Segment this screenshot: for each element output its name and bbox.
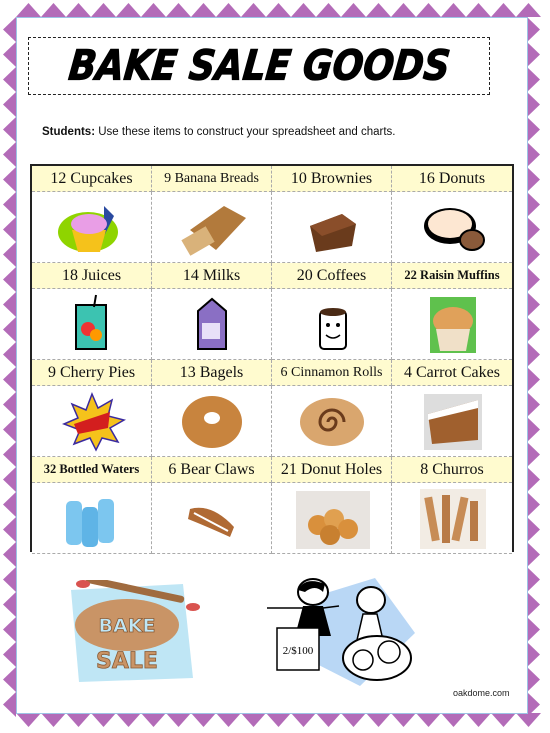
coffee-cup-icon: [318, 308, 347, 350]
donut-icon: [424, 208, 485, 251]
cupcake-icon: [57, 206, 118, 252]
page-title: BAKE SALE GOODS: [66, 42, 453, 90]
item-image: [272, 289, 392, 360]
item-image: [152, 386, 272, 457]
price-sign-text: 2/$100: [283, 645, 314, 657]
item-label: 21 Donut Holes: [272, 457, 392, 483]
item-label: 14 Milks: [152, 263, 272, 289]
kids-selling-icon: 2/$100: [267, 578, 415, 686]
item-label: 6 Cinnamon Rolls: [272, 360, 392, 386]
cinnamon-roll-icon: [299, 398, 364, 446]
brownie-icon: [309, 214, 356, 252]
item-label: 12 Cupcakes: [32, 166, 152, 192]
item-image: [392, 483, 512, 554]
item-image: [32, 386, 152, 457]
item-image: [392, 386, 512, 457]
item-label: 10 Brownies: [272, 166, 392, 192]
churros-icon: [420, 489, 486, 549]
donut-holes-icon: [295, 491, 370, 549]
item-label: 9 Cherry Pies: [32, 360, 152, 386]
goods-grid: 12 Cupcakes 9 Banana Breads 10 Brownies 16 …: [30, 164, 514, 554]
item-image: [32, 289, 152, 360]
muffin-icon: [430, 297, 476, 353]
juice-box-icon: [74, 294, 107, 350]
item-image: [152, 192, 272, 263]
title-box: BAKE SALE GOODS: [28, 37, 490, 95]
bagel-icon: [181, 396, 242, 448]
instructions-text: Use these items to construct your spread…: [95, 126, 396, 138]
bear-claw-icon: [187, 507, 234, 537]
sale-text: SALE: [96, 649, 158, 674]
item-image: [152, 289, 272, 360]
item-image: [272, 192, 392, 263]
item-label: 20 Coffees: [272, 263, 392, 289]
item-image: [392, 192, 512, 263]
item-label: 4 Carrot Cakes: [392, 360, 512, 386]
item-label: 18 Juices: [32, 263, 152, 289]
bake-sale-sign-icon: BAKE SALE: [71, 580, 200, 682]
cherry-pie-icon: [61, 391, 126, 452]
instructions-label: Students:: [42, 126, 96, 138]
item-image: [272, 483, 392, 554]
carrot-cake-icon: [424, 394, 482, 450]
item-label: 9 Banana Breads: [152, 166, 272, 192]
item-image: [392, 289, 512, 360]
item-image: [272, 386, 392, 457]
item-image: [32, 483, 152, 554]
item-label: 16 Donuts: [392, 166, 512, 192]
instructions: Students: Use these items to construct y…: [42, 126, 395, 138]
item-label: 6 Bear Claws: [152, 457, 272, 483]
item-image: [32, 192, 152, 263]
item-label: 8 Churros: [392, 457, 512, 483]
credit-text: oakdome.com: [453, 688, 510, 698]
item-image: [152, 483, 272, 554]
banana-bread-icon: [180, 206, 246, 256]
milk-carton-icon: [196, 297, 227, 350]
item-label: 13 Bagels: [152, 360, 272, 386]
water-bottles-icon: [65, 499, 114, 547]
item-label: 32 Bottled Waters: [32, 457, 152, 483]
item-label: 22 Raisin Muffins: [392, 263, 512, 289]
bake-text: BAKE: [99, 615, 156, 637]
